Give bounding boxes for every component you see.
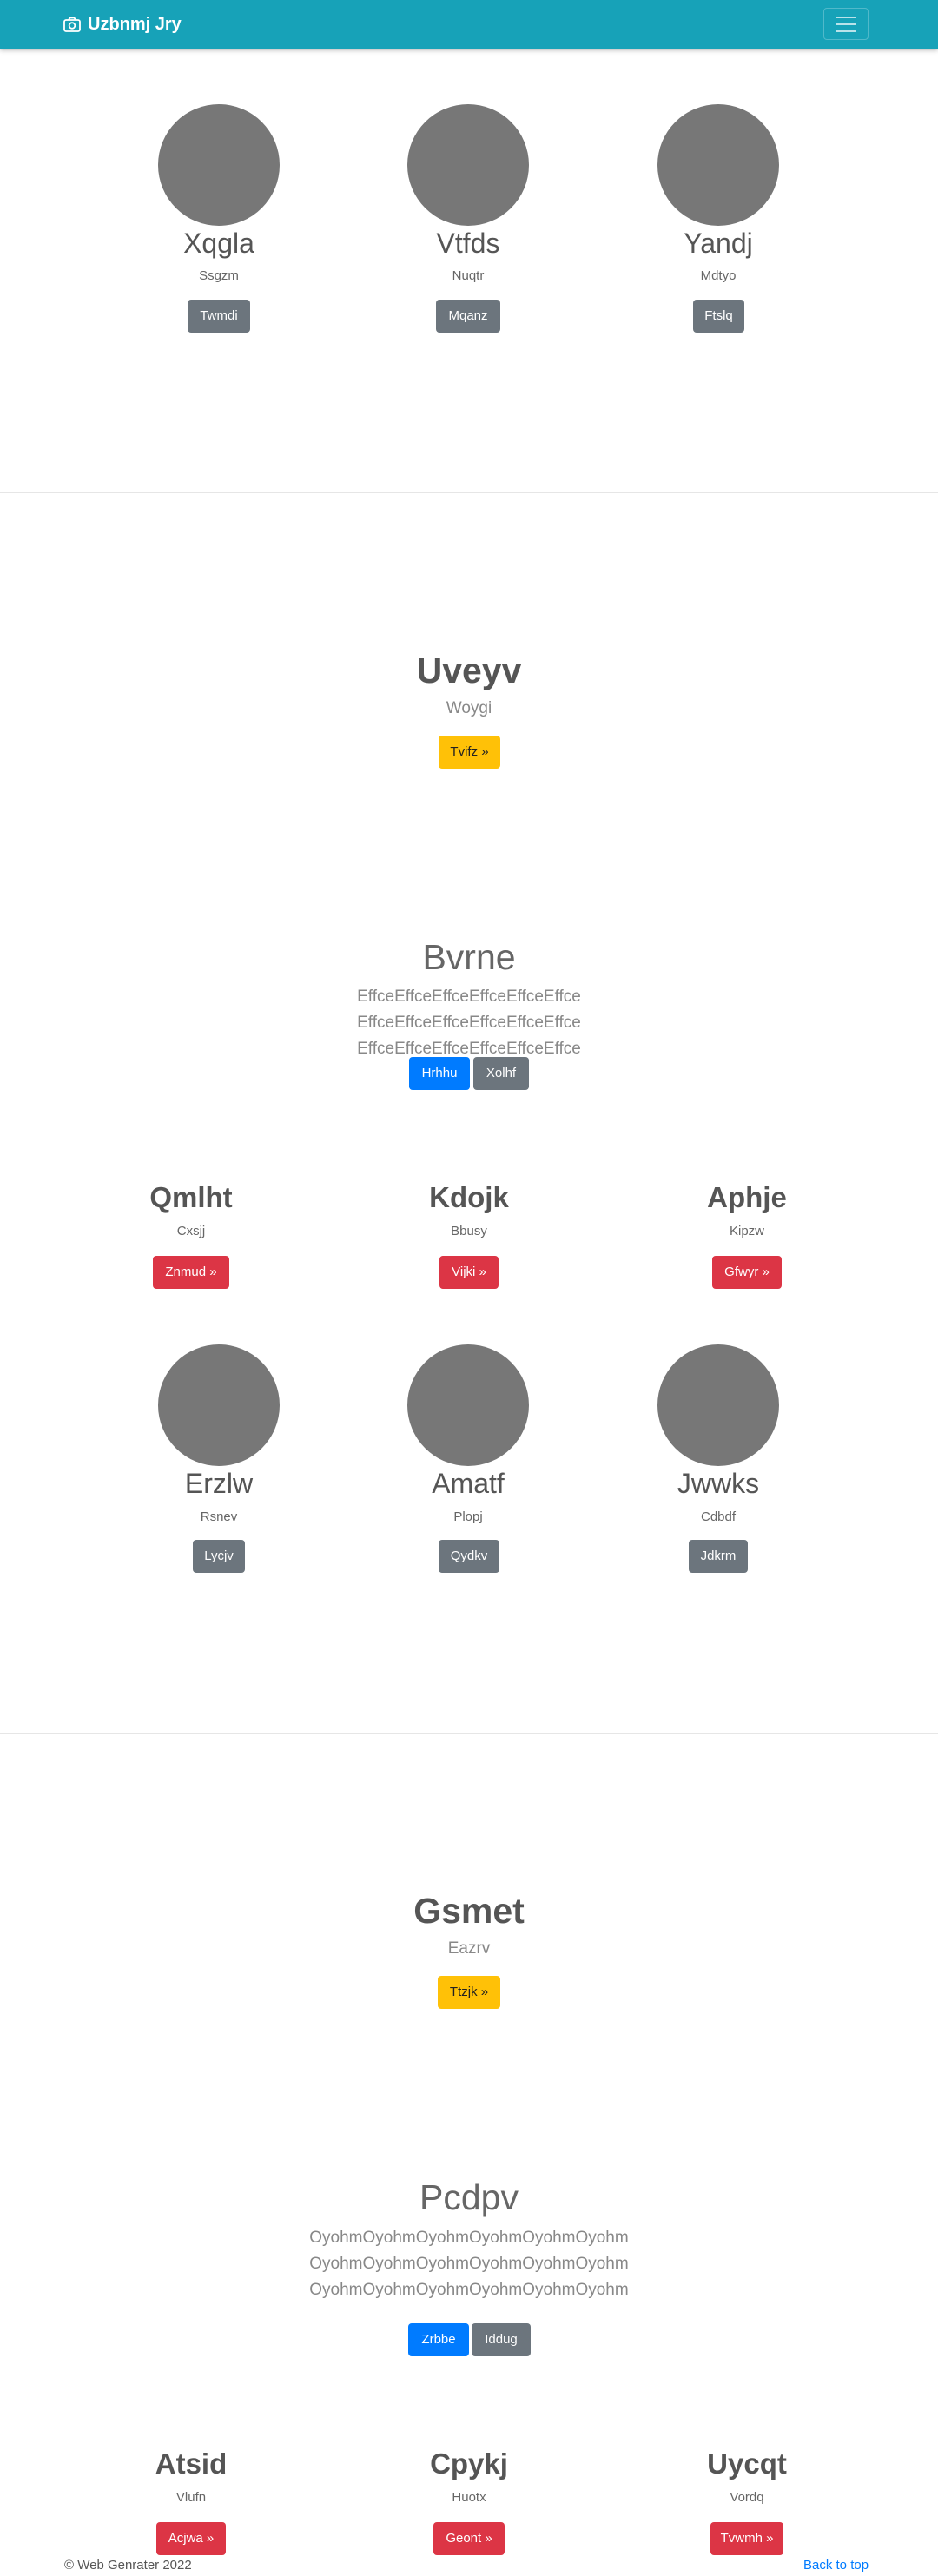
navbar-brand[interactable]: Uzbnmj Jry: [63, 12, 182, 36]
feature-button[interactable]: Acjwa »: [156, 2522, 226, 2555]
member-role: Rsnev: [200, 1509, 238, 1524]
feature-title: Qmlht: [149, 1181, 233, 1213]
avatar: [158, 104, 280, 226]
feature-title: Kdojk: [429, 1181, 509, 1213]
feature-subtitle: Bbusy: [451, 1224, 487, 1238]
brand-label: Uzbnmj Jry: [88, 14, 182, 34]
hero-button[interactable]: Ttzjk »: [438, 1976, 500, 2009]
feature-button[interactable]: Vijki »: [439, 1256, 499, 1289]
hero-title: Gsmet: [413, 1891, 525, 1931]
feature-title: Atsid: [155, 2447, 228, 2480]
hamburger-icon: [836, 16, 856, 18]
member-button[interactable]: Mqanz: [436, 300, 500, 333]
section-divider: [0, 492, 938, 493]
feature-button[interactable]: Geont »: [433, 2522, 505, 2555]
back-to-top-link[interactable]: Back to top: [803, 2558, 869, 2573]
lead-primary-button[interactable]: Hrhhu: [409, 1057, 470, 1090]
avatar: [657, 104, 779, 226]
lead-text: EffceEffceEffceEffceEffceEffce EffceEffc…: [357, 987, 581, 1058]
member-name: Vtfds: [436, 228, 500, 259]
avatar: [407, 104, 529, 226]
member-role: Plopj: [453, 1509, 483, 1524]
avatar: [158, 1344, 280, 1466]
member-name: Xqgla: [183, 228, 254, 259]
hero-subtitle: Eazrv: [447, 1939, 491, 1958]
lead-title: Bvrne: [422, 937, 516, 977]
navbar-toggler-button[interactable]: [823, 8, 869, 40]
feature-button[interactable]: Gfwyr »: [712, 1256, 782, 1289]
feature-subtitle: Cxsjj: [176, 1224, 206, 1238]
member-role: Mdtyo: [700, 268, 737, 283]
member-button[interactable]: Lycjv: [193, 1540, 245, 1573]
navbar: Uzbnmj Jry: [0, 0, 938, 49]
feature-subtitle: Huotx: [452, 2490, 486, 2505]
hero-title: Uveyv: [416, 651, 522, 690]
member-name: Yandj: [684, 228, 753, 259]
member-role: Nuqtr: [452, 268, 485, 283]
hero-subtitle: Woygi: [446, 699, 492, 717]
member-name: Amatf: [432, 1468, 505, 1499]
lead-secondary-button[interactable]: Xolhf: [473, 1057, 529, 1090]
member-name: Jwwks: [677, 1468, 760, 1499]
avatar: [657, 1344, 779, 1466]
feature-button[interactable]: Tvwmh »: [710, 2522, 783, 2555]
feature-subtitle: Vlufn: [175, 2490, 207, 2505]
lead-title: Pcdpv: [419, 2177, 519, 2217]
member-button[interactable]: Qydkv: [439, 1540, 499, 1573]
member-role: Cdbdf: [700, 1509, 737, 1524]
member-button[interactable]: Jdkrm: [689, 1540, 748, 1573]
feature-button[interactable]: Znmud »: [153, 1256, 229, 1289]
hero-button[interactable]: Tvifz »: [439, 736, 500, 769]
feature-title: Aphje: [707, 1181, 787, 1213]
avatar: [407, 1344, 529, 1466]
member-name: Erzlw: [184, 1468, 254, 1499]
feature-subtitle: Vordq: [730, 2490, 764, 2505]
lead-secondary-button[interactable]: Iddug: [472, 2323, 531, 2356]
footer-copyright: © Web Genrater 2022: [64, 2558, 192, 2573]
member-button[interactable]: Twmdi: [188, 300, 250, 333]
lead-primary-button[interactable]: Zrbbe: [408, 2323, 469, 2356]
section-divider: [0, 1733, 938, 1734]
feature-title: Uycqt: [707, 2447, 787, 2480]
feature-title: Cpykj: [430, 2447, 508, 2480]
camera-icon: [63, 17, 81, 32]
member-role: Ssgzm: [199, 268, 239, 283]
feature-subtitle: Kipzw: [729, 1224, 765, 1238]
lead-text: OyohmOyohmOyohmOyohmOyohmOyohm OyohmOyoh…: [309, 2229, 629, 2299]
member-button[interactable]: Ftslq: [693, 300, 744, 333]
